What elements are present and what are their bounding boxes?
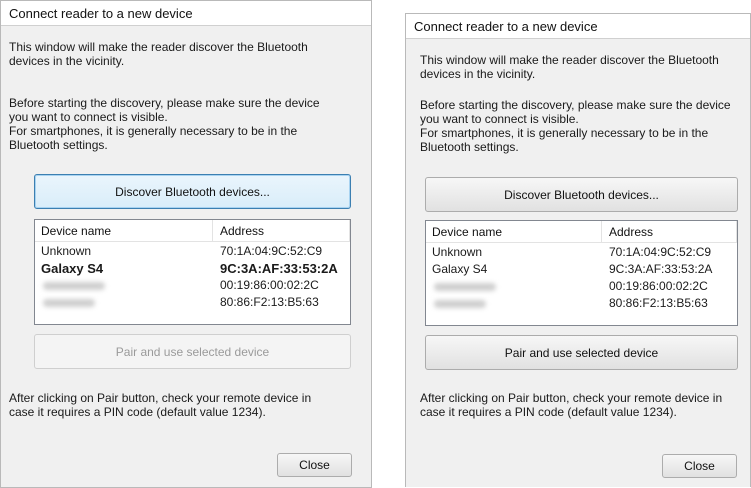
pair-hint-line: case it requires a PIN code (default val… bbox=[420, 405, 677, 419]
intro-text: This window will make the reader discove… bbox=[9, 40, 308, 68]
redacted-device-name bbox=[434, 283, 496, 291]
instructions-text: Before starting the discovery, please ma… bbox=[9, 96, 320, 152]
dialog-body: This window will make the reader discove… bbox=[1, 26, 371, 487]
pair-hint-text: After clicking on Pair button, check you… bbox=[420, 391, 722, 419]
redacted-device-name bbox=[43, 299, 95, 307]
device-address: 9C:3A:AF:33:53:2A bbox=[609, 262, 713, 276]
dialog-title: Connect reader to a new device bbox=[414, 19, 598, 34]
intro-text: This window will make the reader discove… bbox=[420, 53, 719, 81]
intro-line: This window will make the reader discove… bbox=[420, 53, 719, 67]
device-address: 70:1A:04:9C:52:C9 bbox=[220, 244, 323, 258]
connect-reader-dialog-right: Connect reader to a new device This wind… bbox=[405, 13, 751, 487]
intro-line: devices in the vicinity. bbox=[420, 67, 536, 81]
pair-hint-line: After clicking on Pair button, check you… bbox=[420, 391, 723, 405]
dialog-body: This window will make the reader discove… bbox=[406, 39, 750, 487]
column-address[interactable]: Address bbox=[220, 224, 264, 238]
device-row[interactable]: Galaxy S4 9C:3A:AF:33:53:2A bbox=[35, 260, 350, 277]
device-row[interactable]: 00:19:86:00:02:2C bbox=[426, 278, 737, 295]
pair-hint-text: After clicking on Pair button, check you… bbox=[9, 391, 311, 419]
column-separator[interactable] bbox=[212, 220, 213, 241]
device-name: Unknown bbox=[41, 244, 92, 258]
device-row[interactable]: 80:86:F2:13:B5:63 bbox=[35, 294, 350, 311]
column-address[interactable]: Address bbox=[609, 225, 653, 239]
pair-device-button[interactable]: Pair and use selected device bbox=[425, 335, 738, 370]
device-address: 70:1A:04:9C:52:C9 bbox=[609, 245, 712, 259]
device-name: Galaxy S4 bbox=[41, 261, 104, 276]
column-separator[interactable] bbox=[601, 221, 602, 242]
device-row[interactable]: 80:86:F2:13:B5:63 bbox=[426, 295, 737, 312]
device-address: 00:19:86:00:02:2C bbox=[609, 279, 708, 293]
device-row[interactable]: Galaxy S4 9C:3A:AF:33:53:2A bbox=[426, 261, 737, 278]
pair-hint-line: case it requires a PIN code (default val… bbox=[9, 405, 266, 419]
device-name: Galaxy S4 bbox=[432, 262, 488, 276]
instructions-line: you want to connect is visible. bbox=[420, 112, 579, 126]
instructions-line: Bluetooth settings. bbox=[9, 138, 108, 152]
connect-reader-dialog-left: Connect reader to a new device This wind… bbox=[0, 0, 372, 488]
device-row[interactable]: 00:19:86:00:02:2C bbox=[35, 277, 350, 294]
column-device-name[interactable]: Device name bbox=[41, 224, 111, 238]
device-address: 80:86:F2:13:B5:63 bbox=[220, 295, 319, 309]
instructions-line: you want to connect is visible. bbox=[9, 110, 168, 124]
device-list[interactable]: Device name Address Unknown 70:1A:04:9C:… bbox=[34, 219, 351, 325]
device-address: 80:86:F2:13:B5:63 bbox=[609, 296, 708, 310]
discover-bluetooth-button[interactable]: Discover Bluetooth devices... bbox=[34, 174, 351, 209]
column-device-name[interactable]: Device name bbox=[432, 225, 502, 239]
device-address: 9C:3A:AF:33:53:2A bbox=[220, 261, 338, 276]
intro-line: This window will make the reader discove… bbox=[9, 40, 308, 54]
device-row[interactable]: Unknown 70:1A:04:9C:52:C9 bbox=[35, 243, 350, 260]
instructions-line: Before starting the discovery, please ma… bbox=[420, 98, 731, 112]
instructions-line: For smartphones, it is generally necessa… bbox=[9, 124, 298, 138]
dialog-title: Connect reader to a new device bbox=[9, 6, 193, 21]
intro-line: devices in the vicinity. bbox=[9, 54, 125, 68]
close-button[interactable]: Close bbox=[662, 454, 737, 478]
pair-hint-line: After clicking on Pair button, check you… bbox=[9, 391, 312, 405]
redacted-device-name bbox=[43, 282, 105, 290]
instructions-text: Before starting the discovery, please ma… bbox=[420, 98, 731, 154]
device-list-header: Device name Address bbox=[35, 220, 350, 242]
redacted-device-name bbox=[434, 300, 486, 308]
title-bar: Connect reader to a new device bbox=[1, 1, 371, 26]
instructions-line: For smartphones, it is generally necessa… bbox=[420, 126, 709, 140]
pair-device-button[interactable]: Pair and use selected device bbox=[34, 334, 351, 369]
discover-bluetooth-button[interactable]: Discover Bluetooth devices... bbox=[425, 177, 738, 212]
column-separator[interactable] bbox=[736, 221, 737, 242]
instructions-line: Bluetooth settings. bbox=[420, 140, 519, 154]
device-list[interactable]: Device name Address Unknown 70:1A:04:9C:… bbox=[425, 220, 738, 326]
device-name: Unknown bbox=[432, 245, 483, 259]
instructions-line: Before starting the discovery, please ma… bbox=[9, 96, 320, 110]
close-button[interactable]: Close bbox=[277, 453, 352, 477]
title-bar: Connect reader to a new device bbox=[406, 14, 750, 39]
device-list-header: Device name Address bbox=[426, 221, 737, 243]
column-separator[interactable] bbox=[349, 220, 350, 241]
device-row[interactable]: Unknown 70:1A:04:9C:52:C9 bbox=[426, 244, 737, 261]
device-address: 00:19:86:00:02:2C bbox=[220, 278, 319, 292]
